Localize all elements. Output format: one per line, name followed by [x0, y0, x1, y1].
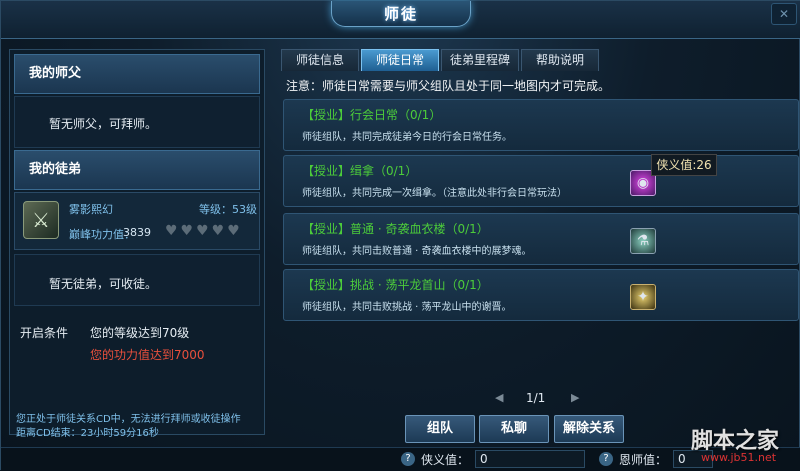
cd-time: 距离CD结束：23小时59分16秒 — [16, 428, 159, 439]
prev-page-icon[interactable]: ◀ — [495, 391, 503, 404]
tab-daily[interactable]: 师徒日常 — [361, 49, 439, 71]
apprentice-power-value: 3839 — [123, 226, 151, 239]
left-panel: 我的师父 暂无师父，可拜师。 我的徒弟 ⚔ 雾影熙幻 等级：53级 巅峰功力值：… — [9, 49, 265, 439]
task-title: 【授业】挑战 · 荡平龙首山（0/1） — [302, 278, 489, 292]
master-empty-text: 暂无师父，可拜师。 — [14, 96, 260, 148]
dissolve-button[interactable]: 解除关系 — [554, 415, 624, 443]
bottom-bar: ? 侠义值： 0 ? 恩师值： 0 — [1, 447, 800, 471]
apprentice-header: 我的徒弟 — [14, 150, 260, 190]
relic-icon[interactable]: ✦ — [630, 284, 656, 310]
task-desc: 师徒组队，共同击败普通 · 奇袭血衣楼中的展梦魂。 — [302, 246, 532, 257]
master-header: 我的师父 — [14, 54, 260, 94]
chivalry-label: 侠义值： — [421, 453, 470, 467]
whisper-button[interactable]: 私聊 — [479, 415, 549, 443]
window-title: 师徒 — [383, 5, 418, 23]
task-desc: 师徒组队，共同完成一次缉拿。（注意此处非行会日常玩法） — [302, 188, 567, 199]
apprentice-level: 等级：53级 — [199, 203, 257, 216]
cd-note: 您正处于师徒关系CD中，无法进行拜师或收徒操作 — [16, 414, 241, 425]
close-button[interactable]: ✕ — [771, 3, 797, 25]
task-row[interactable]: 【授业】行会日常（0/1） 师徒组队，共同完成徒弟今日的行会日常任务。 — [283, 99, 799, 151]
tab-mentor-info[interactable]: 师徒信息 — [281, 49, 359, 71]
mentor-label: 恩师值： — [619, 453, 668, 467]
tab-milestones[interactable]: 徒弟里程碑 — [441, 49, 519, 71]
task-row[interactable]: 【授业】挑战 · 荡平龙首山（0/1） 师徒组队，共同击败挑战 · 荡平龙山中的… — [283, 269, 799, 321]
condition-label: 开启条件 — [20, 326, 69, 340]
affinity-hearts: ♥♥♥♥♥ — [165, 223, 243, 239]
task-title: 【授业】行会日常（0/1） — [302, 108, 442, 122]
task-desc: 师徒组队，共同完成徒弟今日的行会日常任务。 — [302, 132, 512, 143]
tab-help[interactable]: 帮助说明 — [521, 49, 599, 71]
window-frame: 师徒 ✕ 我的师父 暂无师父，可拜师。 我的徒弟 ⚔ 雾影熙幻 等级：53级 巅… — [0, 0, 800, 471]
next-page-icon[interactable]: ▶ — [571, 391, 579, 404]
apprentice-card[interactable]: ⚔ 雾影熙幻 等级：53级 巅峰功力值： 3839 ♥♥♥♥♥ — [14, 192, 260, 250]
task-row[interactable]: 【授业】缉拿（0/1） 师徒组队，共同完成一次缉拿。（注意此处非行会日常玩法） … — [283, 155, 799, 207]
apprentice-avatar: ⚔ — [23, 201, 59, 239]
notice-text: 注意：师徒日常需要与师父组队且处于同一地图内才可完成。 — [286, 79, 611, 93]
task-row[interactable]: 【授业】普通 · 奇袭血衣楼（0/1） 师徒组队，共同击败普通 · 奇袭血衣楼中… — [283, 213, 799, 265]
condition-power: 您的功力值达到7000 — [90, 348, 205, 362]
condition-level: 您的等级达到70级 — [90, 326, 190, 340]
task-title: 【授业】普通 · 奇袭血衣楼（0/1） — [302, 222, 489, 236]
help-icon[interactable]: ? — [599, 452, 613, 466]
apprentice-empty-text: 暂无徒弟，可收徒。 — [14, 254, 260, 306]
team-button[interactable]: 组队 — [405, 415, 475, 443]
potion-icon[interactable]: ⚗ — [630, 228, 656, 254]
task-desc: 师徒组队，共同击败挑战 · 荡平龙山中的谢晋。 — [302, 302, 512, 313]
title-bar: 师徒 ✕ — [1, 1, 800, 39]
chivalry-value: 0 — [475, 450, 585, 468]
page-indicator: 1/1 — [526, 391, 546, 405]
site-watermark-url: www.jb51.net — [701, 451, 777, 464]
apprentice-name: 雾影熙幻 — [69, 203, 113, 216]
task-title: 【授业】缉拿（0/1） — [302, 164, 418, 178]
chivalry-tooltip: 侠义值:26 — [651, 154, 717, 176]
help-icon[interactable]: ? — [401, 452, 415, 466]
